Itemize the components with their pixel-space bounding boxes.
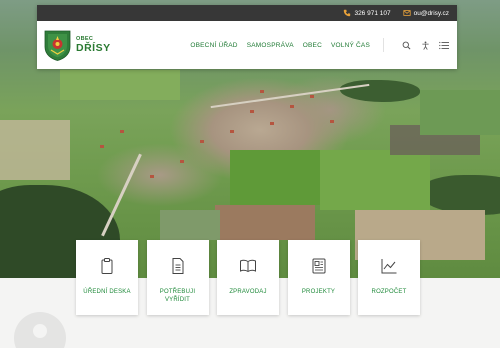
roof	[200, 140, 204, 143]
roof	[120, 130, 124, 133]
tile-potrebuji-vyridit[interactable]: POTŘEBUJI VYŘÍDIT	[146, 240, 209, 315]
roof	[270, 122, 274, 125]
accessibility-button[interactable]	[420, 40, 430, 50]
tile-label: ZPRAVODAJ	[229, 289, 267, 295]
menu-toggle-button[interactable]	[439, 40, 449, 50]
decorative-circle-inner	[33, 324, 47, 338]
menu-item-volny-cas[interactable]: VOLNÝ ČAS	[331, 42, 370, 49]
tile-uredni-deska[interactable]: ÚŘEDNÍ DESKA	[76, 240, 138, 315]
field	[60, 70, 180, 100]
road	[101, 153, 142, 237]
roof	[330, 120, 334, 123]
clipboard-icon	[101, 258, 113, 274]
field	[0, 120, 70, 180]
roof	[230, 130, 234, 133]
open-book-icon	[240, 259, 256, 273]
tile-rozpocet[interactable]: ROZPOČET	[358, 240, 420, 315]
site-header: 326 971 107 ou@drisy.cz OBEC DŘÍSY OBECN…	[37, 5, 457, 69]
tile-label: ÚŘEDNÍ DESKA	[83, 289, 131, 295]
contact-bar: 326 971 107 ou@drisy.cz	[37, 5, 457, 21]
hamburger-menu-icon	[439, 41, 449, 49]
tile-label: POTŘEBUJI VYŘÍDIT	[159, 289, 196, 304]
phone-contact[interactable]: 326 971 107	[343, 9, 391, 17]
logo-village-name: DŘÍSY	[76, 42, 111, 54]
main-menu: OBECNÍ ÚŘAD SAMOSPRÁVA OBEC VOLNÝ ČAS	[190, 42, 379, 49]
search-button[interactable]	[401, 40, 411, 50]
newspaper-icon	[312, 258, 325, 274]
email-contact[interactable]: ou@drisy.cz	[403, 9, 449, 17]
tile-label: PROJEKTY	[301, 289, 336, 295]
tile-zpravodaj[interactable]: ZPRAVODAJ	[217, 240, 279, 315]
roof	[100, 145, 104, 148]
field	[420, 90, 500, 135]
header-tools	[383, 38, 449, 52]
tile-label: ROZPOČET	[371, 289, 407, 295]
accessibility-icon	[421, 41, 429, 50]
quick-links: ÚŘEDNÍ DESKA POTŘEBUJI VYŘÍDIT ZPRAVODAJ…	[76, 240, 429, 315]
forest-strip	[420, 175, 500, 215]
field	[160, 210, 220, 240]
roof	[290, 105, 294, 108]
field	[215, 205, 315, 240]
site-logo[interactable]: OBEC DŘÍSY	[44, 30, 111, 61]
phone-number: 326 971 107	[354, 9, 391, 17]
field	[230, 150, 320, 205]
coat-of-arms-icon	[44, 30, 71, 61]
roof	[150, 175, 154, 178]
menu-item-obecni-urad[interactable]: OBECNÍ ÚŘAD	[190, 42, 237, 49]
search-icon	[402, 41, 410, 49]
menu-item-samosprava[interactable]: SAMOSPRÁVA	[247, 42, 294, 49]
tile-projekty[interactable]: PROJEKTY	[287, 240, 350, 315]
roof	[310, 95, 314, 98]
email-icon	[403, 10, 411, 16]
field	[320, 150, 430, 210]
email-address: ou@drisy.cz	[413, 9, 449, 17]
roof	[250, 110, 254, 113]
document-icon	[172, 258, 183, 274]
phone-icon	[344, 9, 351, 17]
menu-item-obec[interactable]: OBEC	[303, 42, 322, 49]
forest-strip	[340, 80, 420, 102]
roof	[260, 90, 264, 93]
roof	[180, 160, 184, 163]
line-chart-icon	[381, 259, 397, 274]
main-nav-row: OBEC DŘÍSY OBECNÍ ÚŘAD SAMOSPRÁVA OBEC V…	[37, 21, 457, 69]
